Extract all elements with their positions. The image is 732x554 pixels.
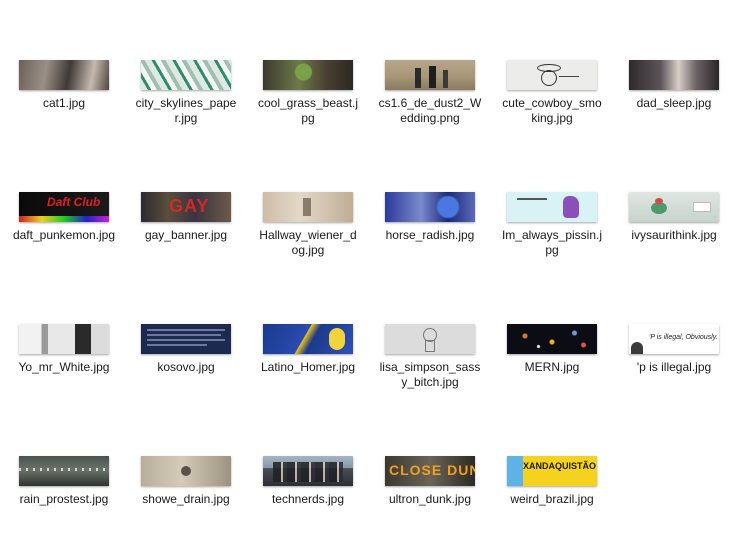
thumbnail-image: GAY [141,192,231,222]
file-name-label: rain_prostest.jpg [19,492,109,506]
file-name-label: ultron_dunk.jpg [388,492,472,506]
file-item-mern[interactable]: MERN.jpg [496,324,608,375]
file-grid: cat1.jpg city_skylines_paper.jpg cool_gr… [0,0,732,554]
file-name-label: daft_punkemon.jpg [12,228,116,242]
thumbnail-image [263,60,353,90]
file-name-label: technerds.jpg [271,492,345,506]
file-name-label: ivysaurithink.jpg [631,228,717,242]
file-item-hallway-wiener-dog[interactable]: Hallway_wiener_dog.jpg [252,192,364,258]
file-name-label: weird_brazil.jpg [510,492,594,506]
thumbnail-image: Daft Club [19,192,109,222]
thumbnail-image [629,60,719,90]
file-item-ivysaurithink[interactable]: ivysaurithink.jpg [618,192,730,243]
thumbnail-image [507,192,597,222]
file-name-label: showe_drain.jpg [142,492,230,506]
thumbnail-image: CLOSE DUNK [385,456,475,486]
file-name-label: dad_sleep.jpg [636,96,712,110]
file-name-label: 'p is illegal.jpg [636,360,712,374]
thumbnail-image [19,456,109,486]
file-item-lisa-simpson[interactable]: lisa_simpson_sassy_bitch.jpg [374,324,486,390]
thumbnail-image [19,324,109,354]
thumbnail-image [141,60,231,90]
thumbnail-image [263,456,353,486]
file-item-p-is-illegal[interactable]: 'P is illegal, Obviously. 'p is illegal.… [618,324,730,375]
thumbnail-caption: XANDAQUISTÃO [523,461,597,471]
file-item-technerds[interactable]: technerds.jpg [252,456,364,507]
thumbnail-image [629,192,719,222]
file-name-label: cs1.6_de_dust2_Wedding.png [378,96,482,125]
file-name-label: kosovo.jpg [157,360,215,374]
thumbnail-image [141,324,231,354]
file-item-daft-punkemon[interactable]: Daft Club daft_punkemon.jpg [8,192,120,243]
file-item-dad-sleep[interactable]: dad_sleep.jpg [618,60,730,111]
file-name-label: lisa_simpson_sassy_bitch.jpg [379,360,481,389]
file-item-im-always-pissin[interactable]: Im_always_pissin.jpg [496,192,608,258]
file-item-city-skylines[interactable]: city_skylines_paper.jpg [130,60,242,126]
thumbnail-image [507,324,597,354]
file-name-label: city_skylines_paper.jpg [135,96,237,125]
file-name-label: cat1.jpg [42,96,86,110]
thumbnail-image [19,60,109,90]
thumbnail-image [385,60,475,90]
thumbnail-caption: Daft Club [47,195,101,209]
file-item-cool-grass-beast[interactable]: cool_grass_beast.jpg [252,60,364,126]
file-item-cs16-wedding[interactable]: cs1.6_de_dust2_Wedding.png [374,60,486,126]
file-item-rain-prostest[interactable]: rain_prostest.jpg [8,456,120,507]
file-name-label: Im_always_pissin.jpg [501,228,603,257]
file-item-latino-homer[interactable]: Latino_Homer.jpg [252,324,364,375]
thumbnail-caption: CLOSE DUNK [389,462,475,478]
file-name-label: horse_radish.jpg [385,228,475,242]
file-item-gay-banner[interactable]: GAY gay_banner.jpg [130,192,242,243]
thumbnail-image: XANDAQUISTÃO [507,456,597,486]
thumbnail-image [385,324,475,354]
file-name-label: Yo_mr_White.jpg [18,360,110,374]
thumbnail-image [141,456,231,486]
thumbnail-image [385,192,475,222]
thumbnail-image [263,192,353,222]
file-name-label: cool_grass_beast.jpg [257,96,359,125]
file-item-cat1[interactable]: cat1.jpg [8,60,120,111]
file-item-weird-brazil[interactable]: XANDAQUISTÃO weird_brazil.jpg [496,456,608,507]
file-item-showe-drain[interactable]: showe_drain.jpg [130,456,242,507]
file-item-yo-mr-white[interactable]: Yo_mr_White.jpg [8,324,120,375]
thumbnail-image [507,60,597,90]
file-name-label: MERN.jpg [524,360,580,374]
file-item-horse-radish[interactable]: horse_radish.jpg [374,192,486,243]
file-item-cute-cowboy[interactable]: cute_cowboy_smoking.jpg [496,60,608,126]
file-name-label: gay_banner.jpg [144,228,228,242]
file-item-kosovo[interactable]: kosovo.jpg [130,324,242,375]
file-name-label: cute_cowboy_smoking.jpg [502,96,602,125]
thumbnail-image [263,324,353,354]
file-name-label: Latino_Homer.jpg [260,360,356,374]
thumbnail-caption: 'P is illegal, Obviously. [649,334,718,341]
thumbnail-caption: GAY [169,196,210,216]
file-item-ultron-dunk[interactable]: CLOSE DUNK ultron_dunk.jpg [374,456,486,507]
file-name-label: Hallway_wiener_dog.jpg [259,228,357,257]
thumbnail-image: 'P is illegal, Obviously. [629,324,719,354]
